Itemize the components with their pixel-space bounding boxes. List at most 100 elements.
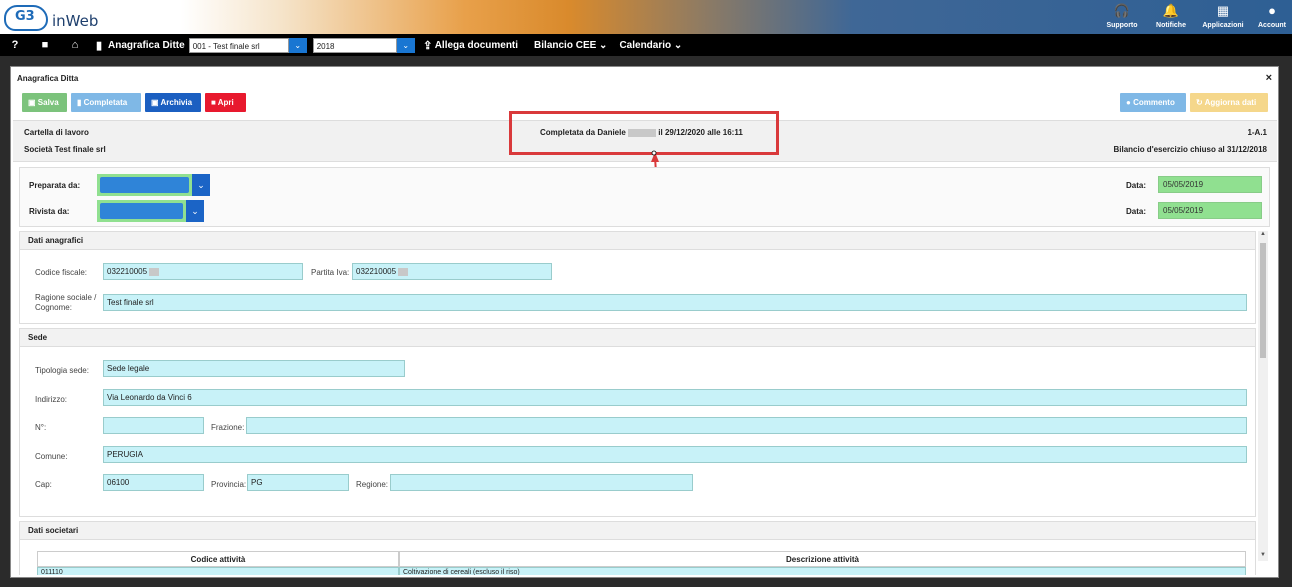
regione-label: Regione: <box>356 480 389 489</box>
scroll-down-icon[interactable]: ▼ <box>1258 552 1268 558</box>
anagrafica-ditte-link[interactable]: Anagrafica Ditte <box>108 40 185 51</box>
frazione-label: Frazione: <box>211 423 245 432</box>
rivista-select[interactable]: ⌄ <box>97 200 204 222</box>
completata-label: Completata <box>83 98 128 107</box>
apps-grid-icon: ▦ <box>1216 3 1230 18</box>
company-select[interactable]: 001 - Test finale srl ⌄ <box>188 37 307 53</box>
comune-input[interactable]: PERUGIA <box>103 446 1247 463</box>
nav-bar: ? ■ ⌂ ▮ Anagrafica Ditte 001 - Test fina… <box>0 34 1292 56</box>
codice-fiscale-input[interactable]: 032210005 <box>103 263 303 280</box>
apri-button[interactable]: ■ Apri <box>205 93 246 112</box>
provincia-input[interactable]: PG <box>247 474 349 491</box>
numero-input[interactable] <box>103 417 204 434</box>
ragione-sociale-input[interactable]: Test finale srl <box>103 294 1247 311</box>
building-icon: ▮ <box>95 39 103 52</box>
support-icon: 🎧 <box>1113 3 1131 18</box>
home-icon[interactable]: ⌂ <box>60 39 90 51</box>
scrollbar-thumb[interactable] <box>1260 243 1266 358</box>
apri-label: Apri <box>217 98 234 107</box>
preparata-value <box>100 177 189 193</box>
cap-label: Cap: <box>35 480 52 489</box>
sheet-code: 1-A.1 <box>1247 128 1267 137</box>
notifications-label: Notifiche <box>1156 22 1186 29</box>
archivia-button[interactable]: ▣ Archivia <box>145 93 201 112</box>
codice-fiscale-value: 032210005 <box>107 267 148 276</box>
frazione-input[interactable] <box>246 417 1247 434</box>
company-select-value: 001 - Test finale srl <box>188 37 289 53</box>
data-label-2: Data: <box>1126 207 1147 216</box>
rivista-label: Rivista da: <box>29 207 70 216</box>
dati-societari-header[interactable]: Dati societari <box>19 521 1256 540</box>
regione-input[interactable] <box>390 474 693 491</box>
data-label-1: Data: <box>1126 181 1147 190</box>
highlight-box <box>509 111 779 155</box>
aggiorna-label: Aggiorna dati <box>1204 98 1257 107</box>
cartella-label: Cartella di lavoro <box>24 128 89 137</box>
help-icon[interactable]: ? <box>0 39 30 51</box>
comune-label: Comune: <box>35 452 68 461</box>
commento-button[interactable]: ● Commento <box>1120 93 1186 112</box>
dati-societari-body: Codice attività Descrizione attività 011… <box>19 540 1256 575</box>
video-icon[interactable]: ■ <box>30 39 60 51</box>
chevron-down-icon: ⌄ <box>186 200 204 222</box>
codice-fiscale-label: Codice fiscale: <box>35 268 88 277</box>
scroll-up-icon[interactable]: ▲ <box>1258 231 1268 237</box>
tipologia-input[interactable]: Sede legale <box>103 360 405 377</box>
dati-anagrafici-header[interactable]: Dati anagrafici <box>19 231 1256 250</box>
ragione-label-2: Cognome: <box>35 303 72 312</box>
chevron-down-icon: ⌄ <box>396 37 415 53</box>
aggiorna-dati-button[interactable]: ↻ Aggiorna dati <box>1190 93 1268 112</box>
redacted-digits <box>398 267 409 276</box>
data-preparata-field[interactable]: 05/05/2019 <box>1158 176 1262 193</box>
cap-input[interactable]: 06100 <box>103 474 204 491</box>
indirizzo-input[interactable]: Via Leonardo da Vinci 6 <box>103 389 1247 406</box>
bell-icon: 🔔 <box>1162 3 1180 18</box>
account-icon: ● <box>1268 3 1276 18</box>
vertical-scrollbar[interactable]: ▲ ▼ <box>1258 231 1268 561</box>
allega-documenti-link[interactable]: Allega documenti <box>435 40 518 51</box>
form-scroll-area[interactable]: Dati anagrafici Codice fiscale: 03221000… <box>19 231 1268 575</box>
partita-iva-value: 032210005 <box>356 267 397 276</box>
bilancio-cee-menu[interactable]: Bilancio CEE ⌄ <box>534 40 607 51</box>
data-rivista-field[interactable]: 05/05/2019 <box>1158 202 1262 219</box>
year-select-value: 2018 <box>312 37 397 53</box>
bilancio-label: Bilancio d'esercizio chiuso al 31/12/201… <box>1113 145 1267 154</box>
calendario-menu[interactable]: Calendario ⌄ <box>619 40 682 51</box>
redacted-digits <box>149 267 160 276</box>
save-button[interactable]: ▣ Salva <box>22 93 67 112</box>
column-header-descrizione: Descrizione attività <box>399 551 1246 567</box>
chevron-down-icon: ⌄ <box>288 37 307 53</box>
preparata-select[interactable]: ⌄ <box>97 174 210 196</box>
app-name: inWeb <box>52 12 99 30</box>
completata-button[interactable]: ▮ Completata <box>71 93 141 112</box>
provincia-label: Provincia: <box>211 480 247 489</box>
indirizzo-label: Indirizzo: <box>35 395 68 404</box>
year-select[interactable]: 2018 ⌄ <box>312 37 415 53</box>
archivia-label: Archivia <box>160 98 193 107</box>
column-header-codice: Codice attività <box>37 551 399 567</box>
table-cell-descrizione[interactable]: Coltivazione di cereali (escluso il riso… <box>399 567 1246 575</box>
sede-body: Tipologia sede: Sede legale Indirizzo: V… <box>19 347 1256 517</box>
upload-icon: ⇪ <box>423 39 433 52</box>
support-label: Supporto <box>1106 22 1138 29</box>
notifications-button[interactable]: 🔔 Notifiche <box>1148 0 1194 34</box>
preparation-panel: Preparata da: ⌄ Rivista da: ⌄ Data: 05/0… <box>19 167 1270 227</box>
applications-button[interactable]: ▦ Applicazioni <box>1194 0 1252 34</box>
ragione-label-1: Ragione sociale / <box>35 293 97 302</box>
commento-label: Commento <box>1133 98 1175 107</box>
close-icon[interactable]: × <box>1266 72 1272 84</box>
account-button[interactable]: ● Account <box>1252 0 1292 34</box>
save-label: Salva <box>37 98 59 107</box>
sede-header[interactable]: Sede <box>19 328 1256 347</box>
societa-label: Società Test finale srl <box>24 145 106 154</box>
chevron-down-icon: ⌄ <box>192 174 210 196</box>
table-cell-codice[interactable]: 011110 <box>37 567 399 575</box>
support-button[interactable]: 🎧 Supporto <box>1096 0 1148 34</box>
logo-mark: G3 <box>15 9 35 24</box>
partita-iva-input[interactable]: 032210005 <box>352 263 552 280</box>
partita-iva-label: Partita Iva: <box>311 268 350 277</box>
top-icons: 🎧 Supporto 🔔 Notifiche ▦ Applicazioni ● … <box>1096 0 1292 34</box>
numero-label: N°: <box>35 423 47 432</box>
app-logo[interactable]: G3 inWeb <box>4 3 104 31</box>
anagrafica-ditta-modal: Anagrafica Ditta × ▣ Salva ▮ Completata … <box>10 66 1279 578</box>
